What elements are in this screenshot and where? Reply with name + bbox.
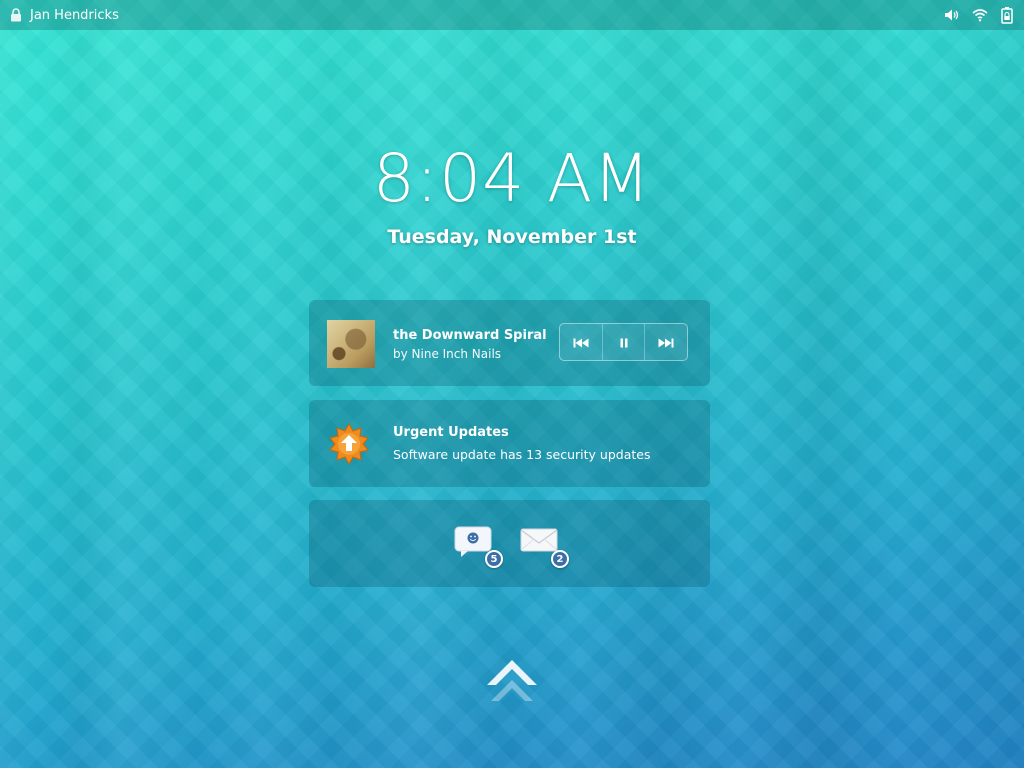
- album-art: [327, 320, 375, 368]
- chat-count-badge: 5: [485, 550, 503, 568]
- pause-button[interactable]: [603, 324, 646, 360]
- user-section[interactable]: Jan Hendricks: [0, 8, 119, 23]
- mail-count-badge: 2: [551, 550, 569, 568]
- mail-notification[interactable]: 2: [519, 524, 569, 568]
- swipe-up-arrow-icon[interactable]: [485, 658, 539, 714]
- messages-card: 5 2: [309, 500, 710, 587]
- media-controls: [559, 323, 688, 361]
- pause-icon: [620, 333, 628, 352]
- previous-button[interactable]: [560, 324, 603, 360]
- update-body: Software update has 13 security updates: [393, 447, 651, 462]
- lock-icon: [10, 8, 22, 22]
- wifi-icon[interactable]: [972, 8, 988, 22]
- previous-icon: [573, 333, 589, 352]
- user-name: Jan Hendricks: [30, 7, 119, 23]
- updates-notification-card[interactable]: Urgent Updates Software update has 13 se…: [309, 400, 710, 487]
- top-bar: Jan Hendricks: [0, 0, 1024, 30]
- volume-icon[interactable]: [944, 8, 960, 22]
- update-title: Urgent Updates: [393, 425, 509, 440]
- next-button[interactable]: [645, 324, 687, 360]
- next-icon: [658, 333, 674, 352]
- clock-time: 8:04 AM: [372, 140, 652, 217]
- battery-icon[interactable]: [1000, 6, 1014, 24]
- clock-date: Tuesday, November 1st: [387, 226, 637, 248]
- track-title: the Downward Spiral: [393, 328, 547, 343]
- update-icon: [327, 422, 371, 466]
- track-artist: by Nine Inch Nails: [393, 347, 502, 361]
- music-player-card[interactable]: the Downward Spiral by Nine Inch Nails: [309, 300, 710, 386]
- chat-notification[interactable]: 5: [453, 524, 503, 568]
